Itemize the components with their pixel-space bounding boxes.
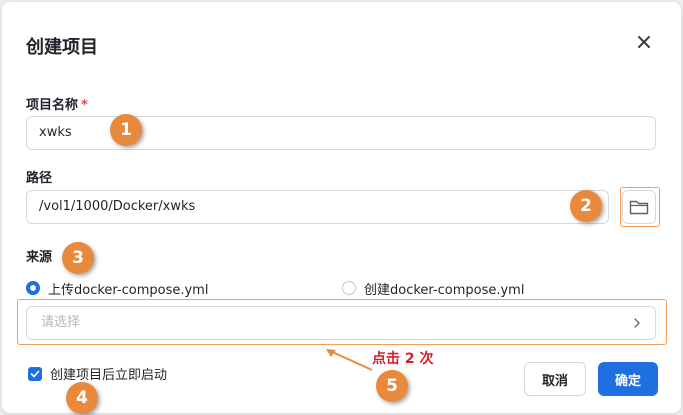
project-name-label-text: 项目名称 [26, 98, 79, 113]
path-label: 路径 [26, 171, 53, 186]
radio-upload-label: 上传docker-compose.yml [48, 282, 209, 298]
radio-upload-compose[interactable]: 上传docker-compose.yml [26, 279, 209, 298]
radio-create-indicator[interactable] [342, 281, 356, 295]
radio-upload-indicator[interactable] [26, 281, 40, 295]
check-icon [30, 370, 40, 377]
step-badge-1: 1 [110, 114, 142, 146]
annotation-arrow [326, 349, 373, 371]
required-mark: * [81, 98, 88, 113]
select-highlight [17, 299, 667, 345]
checkbox-indicator[interactable] [28, 366, 42, 381]
step-badge-2: 2 [570, 190, 602, 222]
step-badge-5: 5 [376, 370, 408, 402]
dialog-title: 创建项目 [26, 37, 98, 58]
cancel-button[interactable]: 取消 [524, 362, 586, 396]
confirm-button[interactable]: 确定 [598, 362, 658, 396]
close-icon[interactable] [634, 32, 654, 52]
path-input[interactable]: /vol1/1000/Docker/xwks [26, 190, 609, 224]
click-twice-hint: 点击 2 次 [372, 351, 434, 367]
folder-button-highlight [620, 187, 660, 227]
create-project-dialog: 创建项目 项目名称 * xwks 路径 /vol1/1000/Docker/xwk… [2, 2, 681, 414]
radio-create-label: 创建docker-compose.yml [364, 282, 525, 298]
step-badge-4: 4 [66, 382, 98, 414]
start-after-create-checkbox[interactable]: 创建项目后立即启动 [28, 364, 167, 383]
step-badge-3: 3 [62, 242, 94, 274]
source-label: 来源 [26, 250, 53, 265]
start-after-create-label: 创建项目后立即启动 [50, 368, 168, 383]
project-name-label: 项目名称 * [26, 94, 88, 113]
radio-create-compose[interactable]: 创建docker-compose.yml [342, 279, 525, 298]
